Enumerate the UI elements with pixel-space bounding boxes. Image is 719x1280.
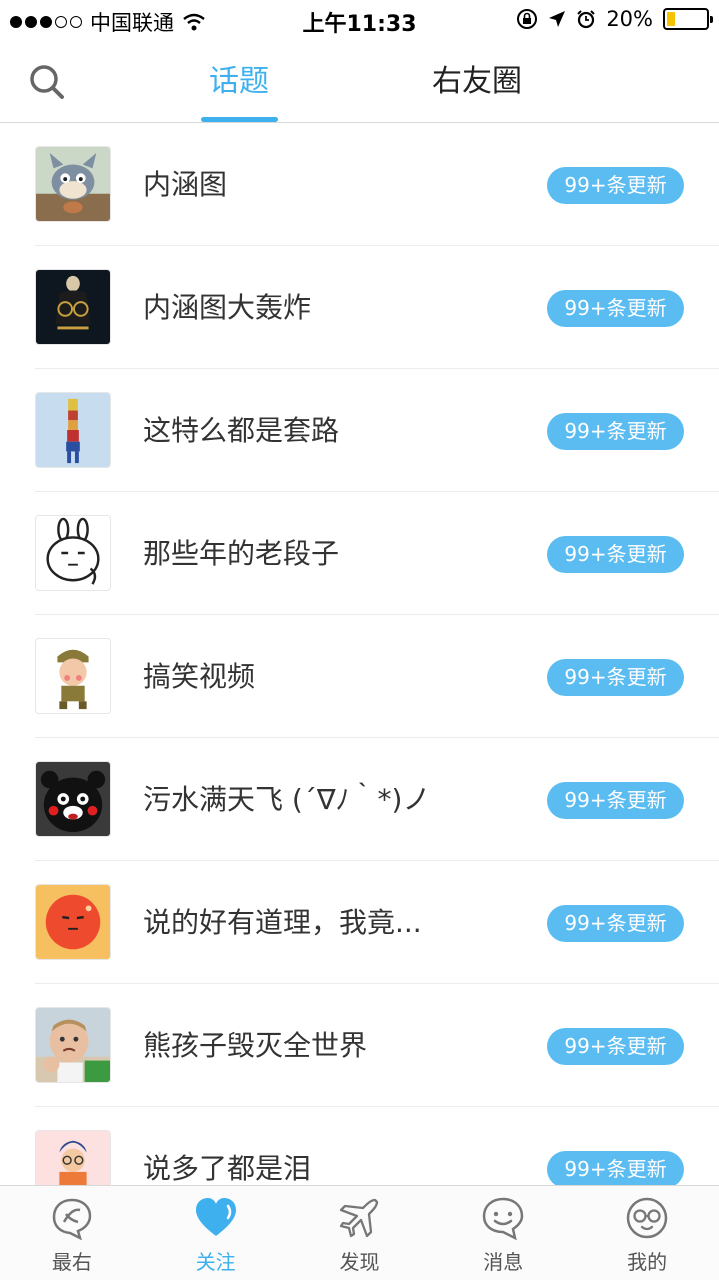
tab-follow[interactable]: 关注 [144, 1186, 288, 1280]
location-arrow-icon [549, 11, 566, 27]
topic-title: 说的好有道理，我竟... [143, 906, 422, 939]
update-count-badge: 99+条更新 [547, 536, 684, 573]
battery-icon [663, 8, 713, 30]
update-count-badge: 99+条更新 [547, 167, 684, 204]
list-item[interactable]: 内涵图大轰炸 99+条更新 [0, 246, 719, 369]
topic-title: 搞笑视频 [143, 660, 256, 693]
topic-title: 那些年的老段子 [143, 537, 340, 570]
topic-title: 污水满天飞 (´∇ﾉ｀*)ノ [143, 783, 431, 816]
topic-title: 熊孩子毁灭全世界 [143, 1029, 368, 1062]
list-item[interactable]: 那些年的老段子 99+条更新 [0, 492, 719, 615]
tab-label: 最右 [51, 1250, 92, 1274]
dark-poster-thumbnail [35, 269, 111, 345]
update-count-badge: 99+条更新 [547, 413, 684, 450]
cartoon-boy-thumbnail [35, 1130, 111, 1185]
list-item[interactable]: 说多了都是泪 99+条更新 [0, 1107, 719, 1185]
search-icon [30, 65, 64, 99]
tab-label: 发现 [339, 1250, 380, 1274]
tab-label: 我的 [627, 1250, 668, 1274]
rabbit-face-thumbnail [35, 515, 111, 591]
tab-discover[interactable]: 发现 [288, 1186, 432, 1280]
list-item[interactable]: 说的好有道理，我竟... 99+条更新 [0, 861, 719, 984]
tab-zuiyou[interactable]: 最右 [0, 1186, 144, 1280]
baby-fist-thumbnail [35, 1007, 111, 1083]
tab-label: 消息 [483, 1250, 524, 1274]
tab-messages[interactable]: 消息 [431, 1186, 575, 1280]
airplane-icon [340, 1198, 379, 1238]
update-count-badge: 99+条更新 [547, 1028, 684, 1065]
rotation-lock-icon [517, 9, 538, 29]
cartoon-soldier-thumbnail [35, 638, 111, 714]
tab-label: 关注 [195, 1250, 236, 1274]
update-count-badge: 99+条更新 [547, 1151, 684, 1185]
kumamon-thumbnail [35, 761, 111, 837]
status-bar: 中国联通 上午11:33 20% [0, 0, 719, 40]
update-count-badge: 99+条更新 [547, 290, 684, 327]
search-button[interactable] [27, 62, 67, 102]
topic-title: 说多了都是泪 [143, 1152, 312, 1185]
list-item[interactable]: 熊孩子毁灭全世界 99+条更新 [0, 984, 719, 1107]
battery-percent: 20% [606, 7, 653, 31]
topic-list: 内涵图 99+条更新 内涵图大轰炸 99+条更新 这特么都是套路 99+条更新 … [0, 123, 719, 1185]
zuiyou-icon [52, 1198, 92, 1241]
top-nav: 话题 右友圈 [0, 40, 719, 123]
update-count-badge: 99+条更新 [547, 659, 684, 696]
list-item[interactable]: 污水满天飞 (´∇ﾉ｀*)ノ 99+条更新 [0, 738, 719, 861]
heart-icon [195, 1198, 236, 1236]
list-item[interactable]: 搞笑视频 99+条更新 [0, 615, 719, 738]
glasses-face-icon [626, 1197, 668, 1239]
cartoon-cat-thumbnail [35, 146, 111, 222]
active-tab-indicator [201, 117, 278, 122]
stacked-figures-thumbnail [35, 392, 111, 468]
tab-topics[interactable]: 话题 [209, 60, 269, 104]
red-face-thumbnail [35, 884, 111, 960]
message-bubble-icon [483, 1197, 524, 1241]
tab-me[interactable]: 我的 [575, 1186, 719, 1280]
update-count-badge: 99+条更新 [547, 905, 684, 942]
topic-title: 这特么都是套路 [143, 414, 340, 447]
list-item[interactable]: 内涵图 99+条更新 [0, 123, 719, 246]
topic-title: 内涵图大轰炸 [143, 291, 312, 324]
list-item[interactable]: 这特么都是套路 99+条更新 [0, 369, 719, 492]
alarm-icon [577, 10, 596, 29]
tab-friends-circle[interactable]: 右友圈 [432, 60, 522, 104]
bottom-tab-bar: 最右 关注 发现 消息 我的 [0, 1185, 719, 1280]
update-count-badge: 99+条更新 [547, 782, 684, 819]
topic-title: 内涵图 [143, 168, 228, 201]
